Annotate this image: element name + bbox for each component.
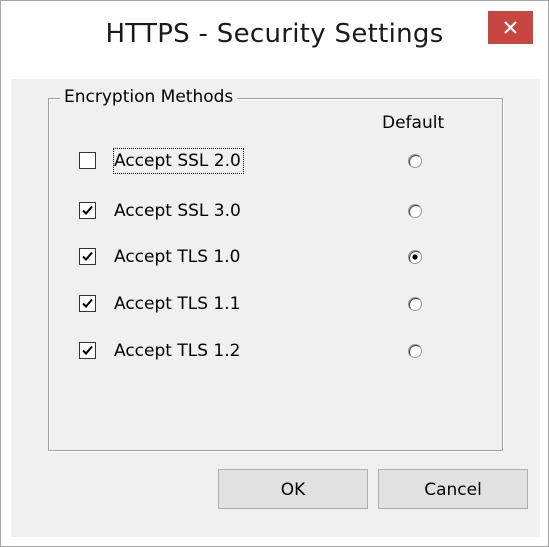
group-label: Encryption Methods — [60, 87, 238, 107]
dialog-window: HTTPS - Security Settings Encryption Met… — [0, 0, 549, 547]
protocol-row-tls10: Accept TLS 1.0 — [79, 245, 499, 273]
checkbox-label[interactable]: Accept TLS 1.1 — [114, 292, 240, 316]
checkmark-icon — [82, 251, 93, 261]
dialog-body: Encryption Methods Default Accept SSL 2.… — [11, 79, 540, 537]
default-column-label: Default — [382, 113, 445, 133]
checkbox-tls11[interactable] — [79, 295, 96, 312]
radio-icon — [408, 297, 422, 311]
default-radio-tls12[interactable] — [407, 343, 423, 359]
checkbox-ssl20[interactable] — [79, 152, 96, 169]
default-radio-ssl30[interactable] — [407, 203, 423, 219]
checkbox-label[interactable]: Accept TLS 1.0 — [114, 245, 240, 269]
checkmark-icon — [82, 345, 93, 355]
title-bar[interactable]: HTTPS - Security Settings — [1, 1, 548, 79]
default-radio-tls10[interactable] — [407, 249, 423, 265]
protocol-row-tls12: Accept TLS 1.2 — [79, 339, 499, 367]
close-button[interactable] — [488, 11, 533, 44]
default-radio-ssl20[interactable] — [407, 153, 423, 169]
checkbox-tls10[interactable] — [79, 248, 96, 265]
checkbox-tls12[interactable] — [79, 342, 96, 359]
radio-icon — [408, 204, 422, 218]
checkmark-icon — [82, 205, 93, 215]
checkbox-ssl30[interactable] — [79, 202, 96, 219]
protocol-row-ssl20: Accept SSL 2.0 — [79, 148, 499, 177]
checkbox-label[interactable]: Accept SSL 2.0 — [113, 148, 244, 174]
default-radio-tls11[interactable] — [407, 296, 423, 312]
close-icon — [504, 21, 517, 34]
protocol-row-ssl30: Accept SSL 3.0 — [79, 199, 499, 227]
cancel-button[interactable]: Cancel — [378, 469, 528, 509]
checkmark-icon — [82, 298, 93, 308]
checkbox-label[interactable]: Accept TLS 1.2 — [114, 339, 240, 363]
checkbox-label[interactable]: Accept SSL 3.0 — [114, 199, 241, 223]
radio-icon — [408, 250, 422, 264]
radio-icon — [408, 154, 422, 168]
ok-button[interactable]: OK — [218, 469, 368, 509]
protocol-row-tls11: Accept TLS 1.1 — [79, 292, 499, 320]
radio-icon — [408, 344, 422, 358]
window-title: HTTPS - Security Settings — [105, 19, 444, 49]
